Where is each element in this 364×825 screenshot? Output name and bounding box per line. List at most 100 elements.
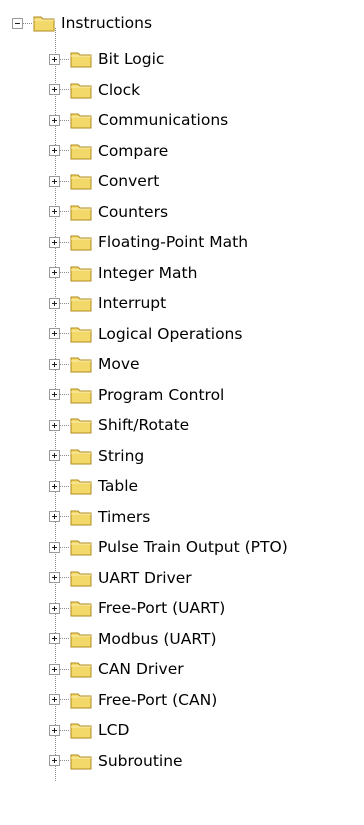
expand-toggle-icon[interactable] <box>49 602 60 614</box>
tree-node-label: Move <box>98 355 140 373</box>
tree-connector <box>60 516 69 517</box>
tree-node-integer-math[interactable]: Integer Math <box>49 258 197 288</box>
tree-connector <box>60 211 69 212</box>
tree-connector <box>60 302 69 304</box>
tree-connector <box>60 89 69 90</box>
tree-node-label: Shift/Rotate <box>98 416 190 434</box>
folder-icon <box>70 357 92 373</box>
tree-node-convert[interactable]: Convert <box>49 166 159 196</box>
tree-node-pulse-train-output-pto[interactable]: Pulse Train Output (PTO) <box>49 532 288 562</box>
tree-node-label: Modbus (UART) <box>98 629 217 648</box>
tree-connector <box>60 58 69 60</box>
tree-node-label: Subroutine <box>98 751 183 770</box>
tree-node-subroutine[interactable]: Subroutine <box>49 746 183 776</box>
folder-icon <box>70 479 92 495</box>
tree-node-can-driver[interactable]: CAN Driver <box>49 654 184 684</box>
folder-icon <box>70 571 92 586</box>
tree-connector <box>60 394 69 395</box>
tree-node-label: Convert <box>98 172 160 190</box>
tree-node-free-port-can[interactable]: Free-Port (CAN) <box>49 685 217 715</box>
tree-connector <box>60 150 69 151</box>
tree-connector <box>60 333 69 334</box>
folder-icon <box>70 144 92 159</box>
expand-toggle-icon[interactable] <box>49 663 60 675</box>
tree-node-table[interactable]: Table <box>49 471 138 501</box>
tree-node-interrupt[interactable]: Interrupt <box>49 288 166 318</box>
tree-connector <box>60 760 69 761</box>
tree-connector <box>60 363 69 365</box>
expand-toggle-icon[interactable] <box>49 84 60 95</box>
tree-node-label: CAN Driver <box>98 660 184 678</box>
tree-connector <box>60 485 69 487</box>
instructions-tree: Instructions Bit Logic Clock Communication… <box>0 0 364 825</box>
expand-toggle-icon[interactable] <box>49 572 60 583</box>
expand-toggle-icon[interactable] <box>49 114 60 126</box>
expand-toggle-icon[interactable] <box>49 236 60 248</box>
tree-node-label: Timers <box>98 507 151 526</box>
tree-node-timers[interactable]: Timers <box>49 502 150 532</box>
folder-icon <box>70 449 92 464</box>
tree-node-lcd[interactable]: LCD <box>49 715 129 745</box>
expand-toggle-icon[interactable] <box>49 724 60 736</box>
expand-toggle-icon[interactable] <box>49 633 60 644</box>
expand-toggle-icon[interactable] <box>49 206 60 217</box>
tree-node-clock[interactable]: Clock <box>49 75 140 105</box>
tree-node-floating-point-math[interactable]: Floating-Point Math <box>49 227 248 257</box>
expand-toggle-icon[interactable] <box>49 267 60 278</box>
tree-node-counters[interactable]: Counters <box>49 197 168 227</box>
expand-toggle-icon[interactable] <box>49 511 60 522</box>
expand-toggle-icon[interactable] <box>49 450 60 461</box>
tree-node-instructions[interactable]: Instructions <box>12 8 152 38</box>
tree-node-bit-logic[interactable]: Bit Logic <box>49 44 164 74</box>
tree-node-label: Free-Port (UART) <box>98 599 226 617</box>
expand-toggle-icon[interactable] <box>49 53 60 65</box>
tree-connector <box>60 607 69 609</box>
tree-node-logical-operations[interactable]: Logical Operations <box>49 319 242 349</box>
folder-icon <box>70 418 92 434</box>
folder-icon <box>70 632 92 647</box>
tree-connector <box>60 180 69 182</box>
expand-toggle-icon[interactable] <box>49 358 60 370</box>
expand-toggle-icon[interactable] <box>49 175 60 187</box>
folder-icon <box>70 235 92 251</box>
tree-node-label: Communications <box>98 111 229 129</box>
tree-node-string[interactable]: String <box>49 441 144 471</box>
tree-node-label: Integer Math <box>98 263 198 282</box>
folder-icon <box>70 723 92 739</box>
tree-connector <box>60 729 69 731</box>
folder-icon <box>70 754 92 769</box>
tree-node-label: Free-Port (CAN) <box>98 690 218 709</box>
folder-icon <box>70 388 92 403</box>
expand-toggle-icon[interactable] <box>49 328 60 339</box>
expand-toggle-icon[interactable] <box>49 755 60 766</box>
tree-node-free-port-uart[interactable]: Free-Port (UART) <box>49 593 225 623</box>
expand-toggle-icon[interactable] <box>49 694 60 705</box>
tree-node-shift-rotate[interactable]: Shift/Rotate <box>49 410 189 440</box>
tree-node-label: Program Control <box>98 385 225 404</box>
tree-node-move[interactable]: Move <box>49 349 140 379</box>
tree-node-label: Bit Logic <box>98 50 165 68</box>
folder-icon <box>70 510 92 525</box>
tree-connector <box>60 699 69 700</box>
expand-toggle-icon[interactable] <box>49 419 60 431</box>
tree-connector <box>60 668 69 670</box>
collapse-toggle-icon[interactable] <box>12 17 23 29</box>
tree-node-label: Logical Operations <box>98 324 243 343</box>
expand-toggle-icon[interactable] <box>49 541 60 553</box>
tree-node-uart-driver[interactable]: UART Driver <box>49 563 192 593</box>
expand-toggle-icon[interactable] <box>49 389 60 400</box>
expand-toggle-icon[interactable] <box>49 297 60 309</box>
folder-icon <box>70 205 92 220</box>
folder-icon <box>70 83 92 98</box>
tree-node-label: Instructions <box>61 14 153 32</box>
tree-connector <box>60 424 69 426</box>
tree-node-label: Floating-Point Math <box>98 233 249 251</box>
expand-toggle-icon[interactable] <box>49 480 60 492</box>
expand-toggle-icon[interactable] <box>49 145 60 156</box>
tree-node-label: Clock <box>98 80 141 99</box>
tree-node-program-control[interactable]: Program Control <box>49 380 224 410</box>
tree-node-compare[interactable]: Compare <box>49 136 168 166</box>
tree-node-modbus-uart[interactable]: Modbus (UART) <box>49 624 217 654</box>
tree-connector <box>60 638 69 639</box>
tree-node-communications[interactable]: Communications <box>49 105 228 135</box>
